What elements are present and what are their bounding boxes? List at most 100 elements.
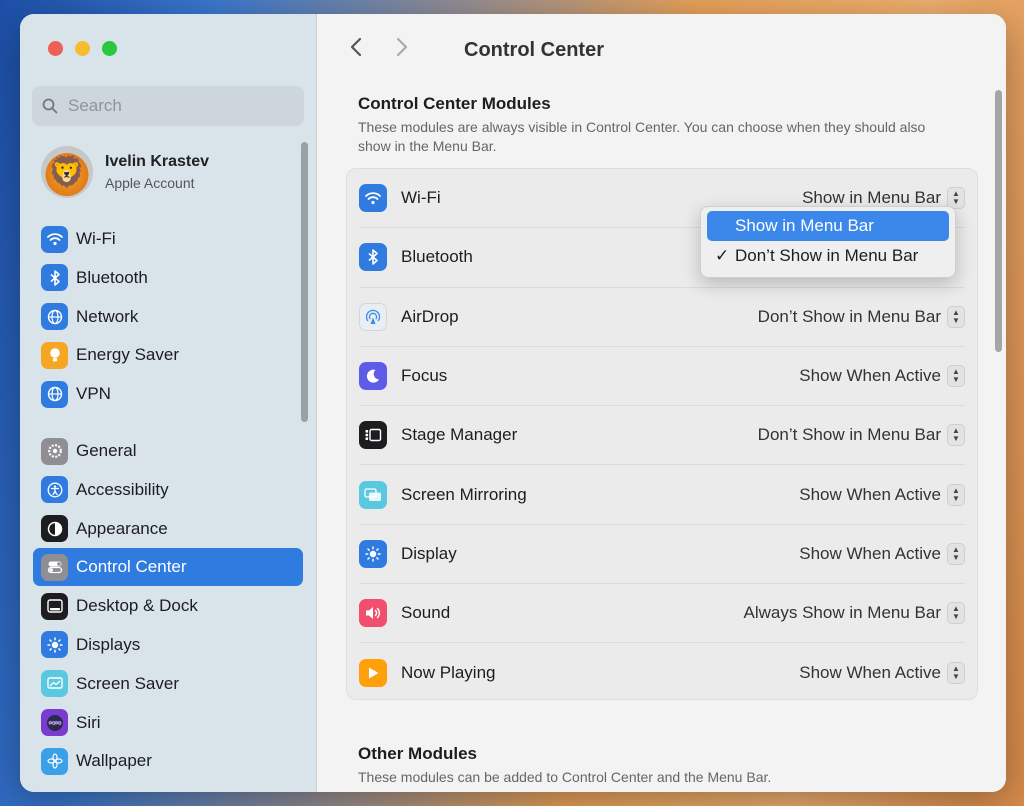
sidebar-item-siri[interactable]: Siri [33, 704, 303, 742]
section-description: These modules are always visible in Cont… [358, 119, 926, 154]
updown-chevron-icon: ▲ ▼ [947, 483, 965, 506]
sidebar-item-wallpaper[interactable]: Wallpaper [33, 742, 303, 780]
section-title: Other Modules [358, 744, 478, 763]
sidebar-item-bluetooth[interactable]: Bluetooth [33, 259, 303, 297]
sidebar-group-network: Wi-Fi Bluetooth Network Energy Saver VPN [33, 220, 303, 414]
select-value: Don’t Show in Menu Bar [757, 306, 941, 326]
sidebar-group-system: General Accessibility Appearance Control Ce… [33, 432, 303, 781]
bluetooth-icon [41, 264, 68, 292]
menu-bar-visibility-select[interactable]: Show When Active ▲ ▼ [799, 483, 965, 506]
menu-bar-visibility-select[interactable]: Don’t Show in Menu Bar ▲ ▼ [757, 305, 965, 328]
toolbar: Control Center [348, 36, 604, 65]
wifi-icon [41, 225, 68, 253]
select-value: Show When Active [799, 366, 941, 386]
zoom-button[interactable] [102, 41, 117, 56]
play-icon [359, 659, 387, 688]
sidebar-item-label: Siri [76, 712, 101, 732]
gear-icon [41, 437, 68, 465]
speaker-icon [359, 599, 387, 628]
wifi-icon [359, 184, 387, 213]
sidebar-item-label: General [76, 441, 137, 460]
sun-icon [41, 631, 68, 659]
module-label: Focus [401, 366, 448, 386]
lightbulb-icon [41, 341, 68, 369]
updown-chevron-icon: ▲ ▼ [947, 542, 965, 565]
screensaver-icon [41, 670, 68, 698]
forward-button[interactable] [394, 36, 432, 65]
settings-window: 🦁 Ivelin Krastev Apple Account Wi-Fi Blue… [20, 14, 1006, 792]
accessibility-icon [41, 476, 68, 504]
globe-icon [41, 380, 68, 408]
account-subtitle: Apple Account [105, 175, 195, 191]
menu-bar-visibility-select[interactable]: Always Show in Menu Bar ▲ ▼ [743, 602, 965, 625]
section-title: Control Center Modules [358, 94, 551, 113]
module-label: Display [401, 543, 457, 563]
select-value: Show When Active [799, 663, 941, 683]
chevron-left-icon [350, 37, 362, 57]
sun-icon [359, 539, 387, 568]
sidebar-item-label: Screen Saver [76, 673, 179, 693]
sidebar-item-displays[interactable]: Displays [33, 626, 303, 664]
menu-bar-visibility-select[interactable]: Show When Active ▲ ▼ [799, 542, 965, 565]
modules-section-header: Control Center Modules These modules are… [358, 94, 948, 156]
page-title: Control Center [464, 39, 604, 61]
flower-icon [41, 747, 68, 775]
select-value: Show When Active [799, 484, 941, 504]
checkmark-icon: ✓ [715, 246, 730, 265]
search-input[interactable] [68, 96, 288, 116]
sidebar-item-vpn[interactable]: VPN [33, 375, 303, 413]
popup-option-dont-show[interactable]: ✓ Don’t Show in Menu Bar [707, 241, 949, 271]
sidebar-item-accessibility[interactable]: Accessibility [33, 471, 303, 509]
sidebar-item-label: Network [76, 306, 139, 326]
module-row-focus: Focus Show When Active ▲ ▼ [359, 347, 965, 407]
updown-chevron-icon: ▲ ▼ [947, 305, 965, 328]
popup-option-show[interactable]: Show in Menu Bar [707, 211, 949, 241]
siri-icon [41, 709, 68, 737]
chevron-right-icon [396, 37, 408, 57]
bluetooth-icon [359, 243, 387, 272]
sidebar-item-desktop-dock[interactable]: Desktop & Dock [33, 587, 303, 625]
sidebar-item-energy-saver[interactable]: Energy Saver [33, 336, 303, 374]
sidebar-item-label: Control Center [76, 557, 187, 577]
menu-bar-visibility-popup: Show in Menu Bar ✓ Don’t Show in Menu Bar [700, 206, 956, 278]
sidebar-item-label: Accessibility [76, 479, 169, 499]
module-row-screen-mirroring: Screen Mirroring Show When Active ▲ ▼ [359, 465, 965, 525]
select-value: Always Show in Menu Bar [743, 603, 941, 623]
minimize-button[interactable] [75, 41, 90, 56]
appearance-icon [41, 515, 68, 543]
section-description: These modules can be added to Control Ce… [358, 769, 772, 785]
sidebar-item-label: Energy Saver [76, 345, 179, 365]
avatar: 🦁 [41, 146, 93, 198]
module-row-sound: Sound Always Show in Menu Bar ▲ ▼ [359, 584, 965, 644]
sidebar-item-general[interactable]: General [33, 432, 303, 470]
airdrop-icon [359, 302, 387, 331]
search-field[interactable] [32, 86, 304, 126]
apple-account[interactable]: 🦁 Ivelin Krastev Apple Account [41, 146, 209, 198]
sidebar-item-wi-fi[interactable]: Wi-Fi [33, 220, 303, 258]
moon-icon [359, 362, 387, 391]
back-button[interactable] [348, 36, 386, 65]
sidebar-item-label: Appearance [76, 518, 168, 538]
sidebar-item-label: Displays [76, 634, 141, 654]
sidebar-item-label: Desktop & Dock [76, 596, 198, 616]
sidebar-scrollbar[interactable] [301, 142, 308, 422]
updown-chevron-icon: ▲ ▼ [947, 602, 965, 625]
other-modules-header: Other Modules These modules can be added… [358, 744, 948, 787]
menu-bar-visibility-select[interactable]: Show When Active ▲ ▼ [799, 365, 965, 388]
sidebar: 🦁 Ivelin Krastev Apple Account Wi-Fi Blue… [20, 14, 317, 792]
close-button[interactable] [48, 41, 63, 56]
menu-bar-visibility-select[interactable]: Don’t Show in Menu Bar ▲ ▼ [758, 424, 965, 447]
menu-bar-visibility-select[interactable]: Show When Active ▲ ▼ [799, 662, 965, 685]
module-label: Stage Manager [401, 425, 518, 445]
sidebar-item-control-center[interactable]: Control Center [33, 548, 303, 587]
sidebar-item-label: VPN [76, 384, 111, 404]
main-pane: Control Center Control Center Modules Th… [318, 14, 1006, 792]
search-icon [42, 98, 58, 114]
sidebar-item-appearance[interactable]: Appearance [33, 510, 303, 548]
sidebar-item-screen-saver[interactable]: Screen Saver [33, 665, 303, 703]
sidebar-item-network[interactable]: Network [33, 298, 303, 336]
window-controls [48, 41, 117, 56]
stage-manager-icon [359, 421, 387, 450]
toggles-icon [41, 553, 68, 581]
main-scrollbar[interactable] [995, 90, 1002, 352]
